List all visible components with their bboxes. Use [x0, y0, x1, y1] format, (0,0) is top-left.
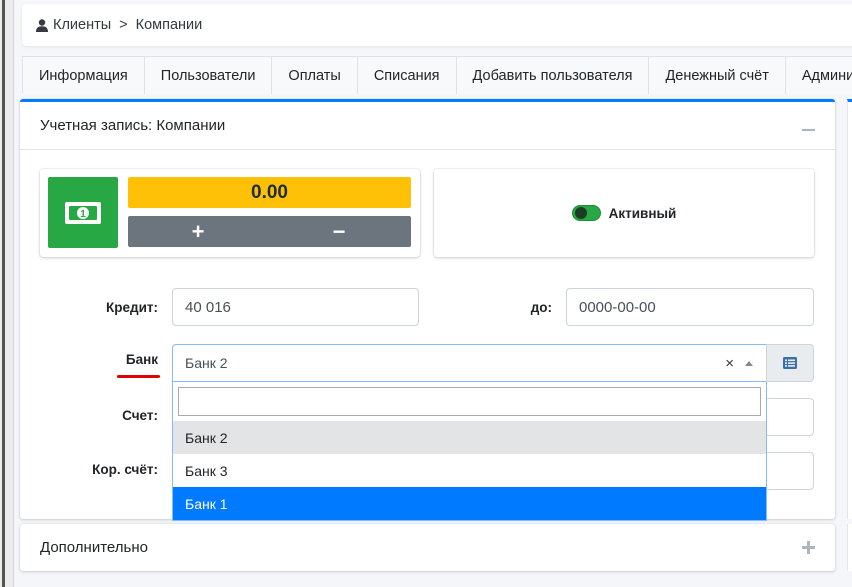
tab-bar: Информация Пользователи Оплаты Списания … [22, 56, 852, 94]
credit-label: Кредит: [106, 300, 158, 315]
dropdown-option[interactable]: Банк 3 [173, 454, 766, 487]
svg-text:1: 1 [80, 209, 86, 220]
account-input[interactable] [760, 398, 814, 436]
money-tile: 1 [48, 177, 118, 248]
active-toggle[interactable] [571, 205, 601, 221]
breadcrumb-separator: > [119, 17, 128, 33]
withdraw-funds-button[interactable]: − [279, 216, 399, 247]
tab-charges[interactable]: Списания [357, 57, 457, 94]
collapse-icon[interactable] [802, 129, 815, 131]
breadcrumb-companies: Компании [135, 17, 203, 33]
bank-select[interactable]: Банк 2 × [172, 344, 767, 382]
dropdown-option[interactable]: Банк 1 [173, 487, 766, 520]
additional-card-title: Дополнительно [40, 539, 148, 556]
bank-dropdown: Банк 2 Банк 3 Банк 1 [172, 382, 767, 521]
caret-up-icon[interactable] [745, 361, 753, 366]
tab-admin[interactable]: Администр [785, 57, 852, 94]
breadcrumb-clients[interactable]: Клиенты [53, 17, 111, 33]
credit-input[interactable]: 40 016 [172, 288, 419, 326]
dropdown-search-input[interactable] [178, 387, 761, 416]
toggle-knob [574, 207, 587, 219]
additional-card[interactable]: Дополнительно [20, 524, 835, 571]
status-box: Активный [434, 169, 814, 257]
adjacent-card-edge [847, 524, 852, 571]
add-funds-button[interactable]: + [138, 216, 258, 247]
tab-payments[interactable]: Оплаты [272, 57, 358, 94]
list-icon [783, 357, 797, 369]
tab-add-user[interactable]: Добавить пользователя [456, 57, 650, 94]
account-label: Счет: [122, 408, 158, 423]
active-label: Активный [608, 205, 677, 221]
corr-account-label: Кор. счёт: [92, 462, 158, 477]
until-label: до: [530, 300, 552, 315]
red-underline-marker [117, 375, 160, 378]
clear-icon[interactable]: × [725, 355, 734, 372]
account-card-header: Учетная запись: Компании [20, 102, 835, 150]
until-date-input[interactable]: 0000-00-00 [566, 288, 814, 326]
user-icon [36, 18, 48, 32]
bank-list-button[interactable] [766, 344, 814, 382]
window-left-edge [0, 0, 14, 587]
tab-money-account[interactable]: Денежный счёт [649, 57, 786, 94]
account-card: Учетная запись: Компании 1 0.00 + − Акти… [20, 99, 835, 521]
balance-controls: + − [128, 216, 411, 247]
tab-info[interactable]: Информация [23, 57, 145, 94]
bank-selected-value: Банк 2 [185, 355, 228, 371]
corr-account-input[interactable] [760, 452, 814, 490]
bank-label: Банк [125, 352, 158, 367]
scrollbar[interactable] [2, 0, 5, 587]
money-bill-icon: 1 [65, 201, 101, 224]
dropdown-option[interactable]: Банк 2 [173, 421, 766, 454]
adjacent-card-edge [847, 99, 852, 519]
account-card-title: Учетная запись: Компании [40, 117, 226, 134]
breadcrumb: Клиенты > Компании [22, 4, 852, 46]
plus-icon[interactable] [802, 541, 815, 554]
tab-users[interactable]: Пользователи [144, 57, 273, 94]
balance-box: 1 0.00 + − [40, 169, 420, 257]
balance-amount: 0.00 [128, 177, 411, 208]
